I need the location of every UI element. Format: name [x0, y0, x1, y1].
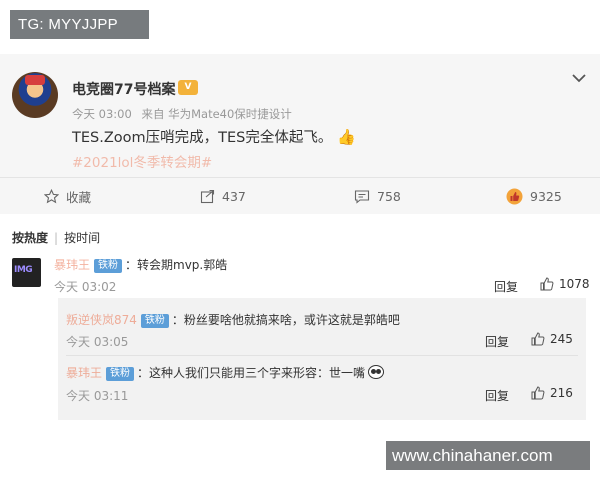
author-avatar[interactable] [12, 72, 58, 118]
post-text: TES.Zoom压哨完成，TES完全体起飞。 [72, 130, 333, 146]
like-button[interactable]: 9325 [506, 178, 562, 215]
star-icon [44, 189, 59, 204]
post-action-bar: 收藏 437 758 9325 [0, 177, 600, 214]
fan-badge: 铁粉 [106, 367, 135, 381]
repost-icon [200, 189, 215, 204]
like-filled-icon [506, 188, 523, 205]
author-name[interactable]: 电竞圈77号档案 [72, 79, 175, 99]
comment-count: 758 [377, 189, 401, 204]
fan-badge: 铁粉 [140, 314, 169, 328]
comment-time: 今天 03:02 [54, 280, 117, 294]
divider [66, 355, 578, 356]
comment-text: ：转会期mvp.郭皓 [125, 258, 228, 272]
post-hashtag[interactable]: #2021lol冬季转会期# [72, 151, 212, 171]
sub-comment-line: 叛逆侠岚874 铁粉 ：粉丝要啥他就搞来啥，或许这就是郭皓吧 [66, 311, 400, 328]
thumbs-up-icon [531, 332, 545, 346]
comment-line: 暴玮王 铁粉 ：转会期mvp.郭皓 [54, 256, 227, 273]
panda-emoji-icon [368, 365, 385, 379]
tab-sort-time[interactable]: 按时间 [64, 231, 100, 245]
commenter-name[interactable]: 叛逆侠岚874 [66, 313, 137, 327]
post-source: 来自 华为Mate40保时捷设计 [141, 107, 292, 121]
favorite-label: 收藏 [66, 190, 92, 205]
comment-like-button[interactable]: 245 [531, 332, 573, 346]
reply-button[interactable]: 回复 [485, 387, 509, 404]
commenter-avatar[interactable]: IMG [12, 258, 41, 287]
comment-button[interactable]: 758 [354, 178, 401, 215]
sub-comment-line: 暴玮王 铁粉 ：这种人我们只能用三个字来形容：世一嘴 [66, 364, 385, 381]
weibo-post: 电竞圈77号档案 V 今天 03:00 来自 华为Mate40保时捷设计 TES… [0, 54, 600, 214]
comment-icon [354, 190, 370, 204]
post-time: 今天 03:00 [72, 107, 132, 121]
comment-time: 今天 03:05 [66, 335, 129, 349]
fan-badge: 铁粉 [94, 259, 123, 273]
reply-button[interactable]: 回复 [494, 278, 518, 295]
favorite-button[interactable]: 收藏 [44, 178, 91, 215]
tab-sort-hot[interactable]: 按热度 [12, 231, 48, 245]
comment-text: ：这种人我们只能用三个字来形容：世一嘴 [137, 366, 366, 380]
reply-button[interactable]: 回复 [485, 333, 509, 350]
comment-like-button[interactable]: 216 [531, 386, 573, 400]
chevron-down-icon[interactable] [570, 71, 588, 85]
repost-button[interactable]: 437 [200, 178, 246, 215]
repost-count: 437 [222, 189, 246, 204]
vip-icon: V [178, 80, 198, 95]
comment-like-count: 245 [550, 332, 573, 346]
thumbs-up-icon [531, 386, 545, 400]
tg-overlay-label: TG: MYYJJPP [10, 10, 149, 39]
comment-like-count: 1078 [559, 277, 590, 291]
commenter-name[interactable]: 暴玮王 [54, 258, 90, 272]
comment-like-button[interactable]: 1078 [540, 277, 590, 291]
comment-like-count: 216 [550, 386, 573, 400]
comment-time: 今天 03:11 [66, 389, 129, 403]
avatar-logo-text: IMG [14, 265, 33, 275]
comment-sort-bar: 按热度 | 按时间 [12, 231, 101, 245]
thumbs-up-icon [540, 277, 554, 291]
commenter-name[interactable]: 暴玮王 [66, 366, 102, 380]
thumbs-up-emoji-icon: 👍 [336, 128, 356, 146]
comment-text: ：粉丝要啥他就搞来啥，或许这就是郭皓吧 [171, 313, 400, 327]
post-content: TES.Zoom压哨完成，TES完全体起飞。 👍 [72, 126, 356, 147]
site-watermark: www.chinahaner.com [386, 441, 590, 470]
like-count: 9325 [530, 189, 562, 204]
post-meta: 今天 03:00 来自 华为Mate40保时捷设计 [72, 106, 292, 122]
